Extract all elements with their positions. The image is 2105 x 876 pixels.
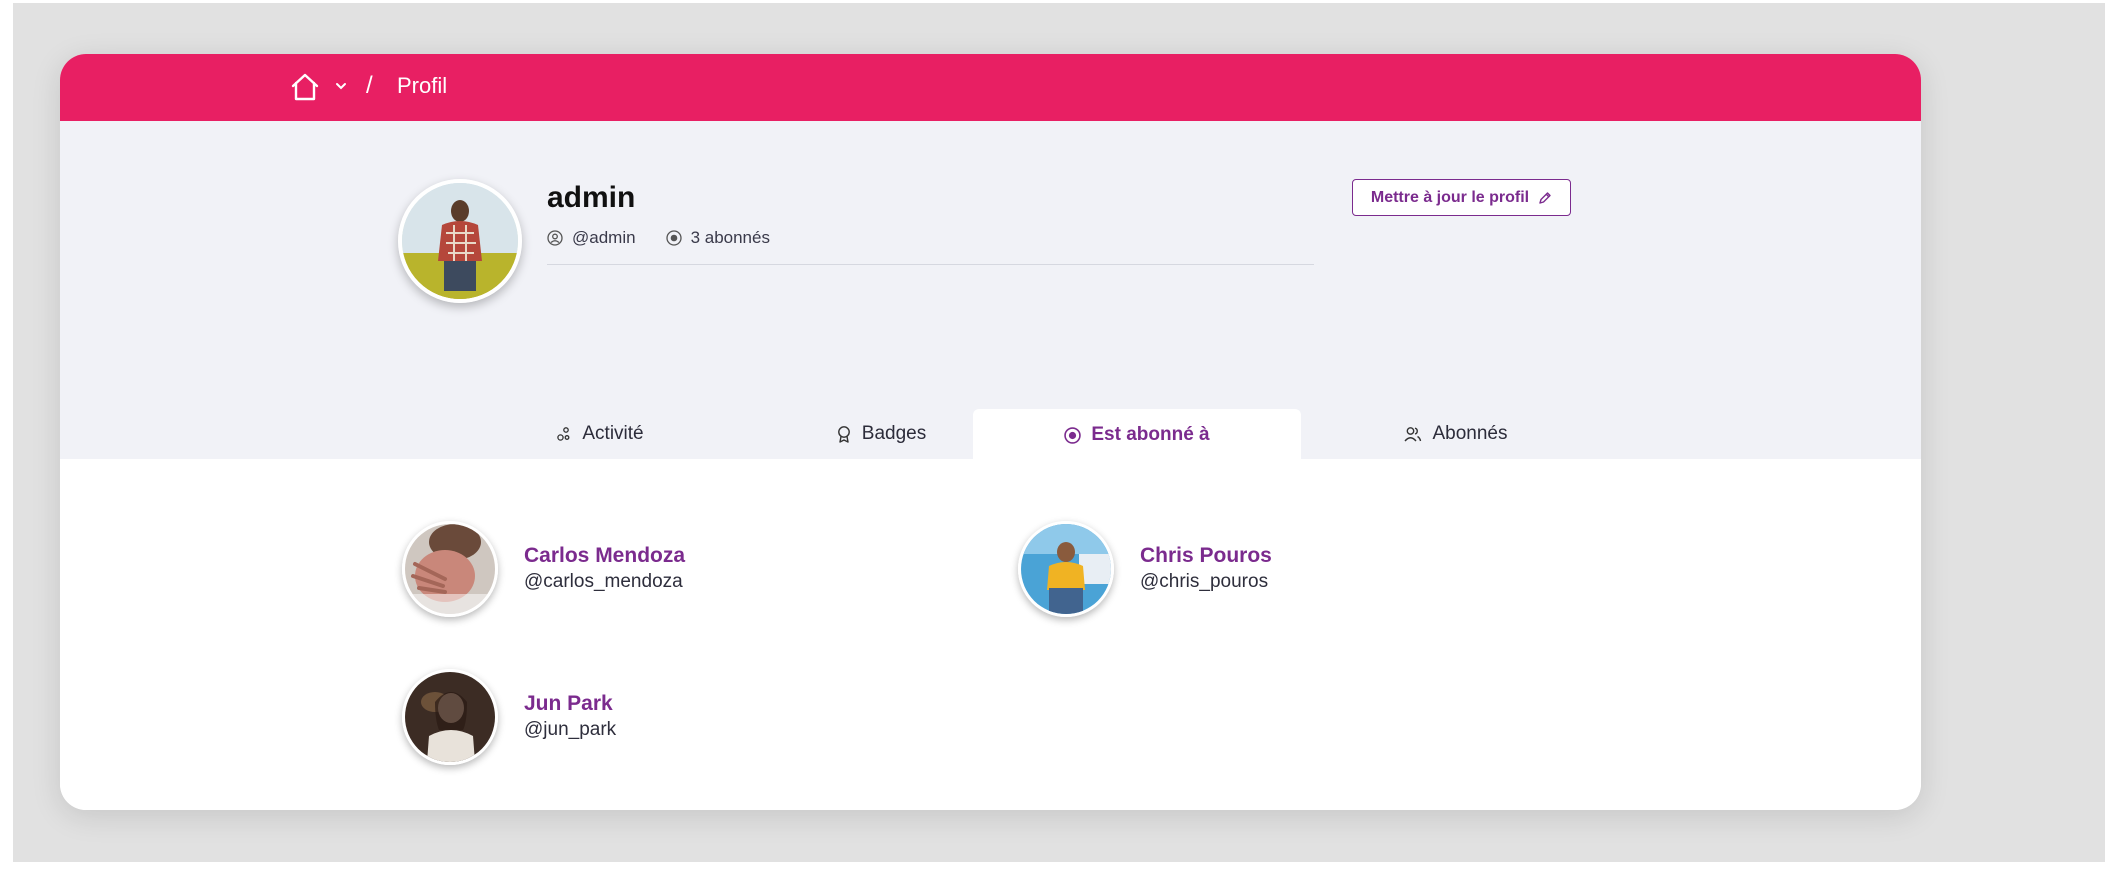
chevron-down-icon[interactable] <box>335 80 347 92</box>
user-handle: @jun_park <box>524 719 617 740</box>
following-list: Carlos Mendoza @carlos_mendoza Chris Pou… <box>60 459 1921 810</box>
followers-icon <box>1404 427 1422 442</box>
user-handle: @carlos_mendoza <box>524 571 683 592</box>
profile-handle: @admin <box>572 228 636 247</box>
profile-followers: 3 abonnés <box>690 228 770 247</box>
tab-followers[interactable]: Abonnés <box>1307 409 1605 459</box>
tab-badges-label: Badges <box>861 423 927 444</box>
list-item[interactable]: Chris Pouros @chris_pouros <box>1018 521 1272 617</box>
profile-name: admin <box>547 181 636 214</box>
profile-card: / Profil admin @admin 3 abonnés Mettre à… <box>60 54 1921 810</box>
profile-tabs: Activité Badges Est abonné à Abonnés <box>60 409 1921 461</box>
breadcrumb-current: Profil <box>397 73 448 98</box>
breadcrumb-separator: / <box>366 72 373 99</box>
avatar <box>402 669 498 765</box>
list-item[interactable]: Carlos Mendoza @carlos_mendoza <box>402 521 685 617</box>
avatar <box>1018 521 1114 617</box>
followers-count-icon <box>665 230 682 246</box>
user-text: Carlos Mendoza @carlos_mendoza <box>524 543 685 595</box>
badge-icon <box>837 426 850 443</box>
update-profile-button[interactable]: Mettre à jour le profil <box>1352 179 1571 216</box>
tab-following[interactable]: Est abonné à <box>973 409 1301 461</box>
user-handle: @chris_pouros <box>1140 571 1269 592</box>
top-bar: / Profil <box>60 54 1921 121</box>
home-icon[interactable] <box>290 72 320 102</box>
tab-activity[interactable]: Activité <box>465 409 735 459</box>
profile-handle-item: @admin <box>547 228 636 248</box>
pencil-icon <box>1539 191 1551 204</box>
user-name[interactable]: Carlos Mendoza <box>524 543 685 569</box>
profile-meta: @admin 3 abonnés <box>547 228 800 248</box>
user-circle-icon <box>547 230 563 246</box>
user-text: Chris Pouros @chris_pouros <box>1140 543 1272 595</box>
profile-followers-item: 3 abonnés <box>665 228 770 248</box>
following-icon <box>1064 426 1082 444</box>
tab-activity-label: Activité <box>582 423 644 444</box>
user-name[interactable]: Chris Pouros <box>1140 543 1272 569</box>
user-name[interactable]: Jun Park <box>524 691 616 717</box>
avatar <box>398 179 522 303</box>
update-profile-label: Mettre à jour le profil <box>1370 188 1530 206</box>
tab-followers-label: Abonnés <box>1432 423 1508 444</box>
list-item[interactable]: Jun Park @jun_park <box>402 669 616 765</box>
divider <box>547 264 1314 265</box>
activity-icon <box>557 427 570 441</box>
profile-header: admin @admin 3 abonnés Mettre à jour le … <box>60 121 1921 461</box>
page-backdrop: / Profil admin @admin 3 abonnés Mettre à… <box>13 3 2105 862</box>
tab-following-label: Est abonné à <box>1091 424 1210 445</box>
avatar <box>402 521 498 617</box>
user-text: Jun Park @jun_park <box>524 691 616 743</box>
